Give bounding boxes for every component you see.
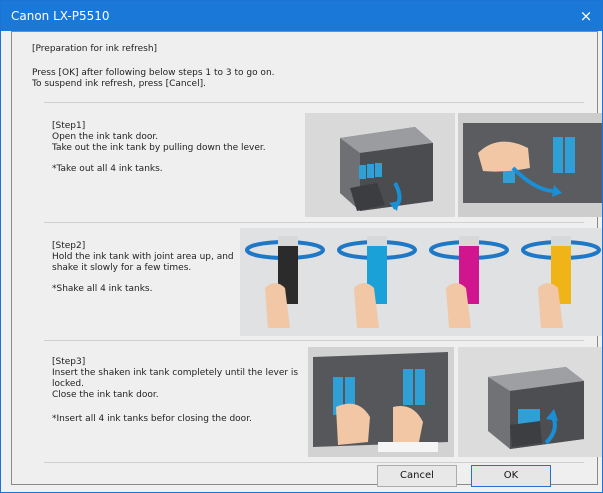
title-bar[interactable]: Canon LX-P5510 × <box>1 1 602 31</box>
step3-note: *Insert all 4 ink tanks befor closing th… <box>52 414 252 424</box>
step1-line-1: Open the ink tank door. <box>52 132 159 142</box>
hand-insert-ink-tank-icon <box>308 347 454 457</box>
printer-open-door-icon <box>305 113 455 217</box>
step3-line-1: Insert the shaken ink tank completely un… <box>52 368 299 378</box>
step2-line-1: Hold the ink tank with joint area up, an… <box>52 252 234 262</box>
step1-line-2: Take out the ink tank by pulling down th… <box>52 143 266 153</box>
intro-line-1: Press [OK] after following below steps 1… <box>32 68 275 78</box>
ok-button[interactable]: OK <box>471 465 551 487</box>
step2-note: *Shake all 4 ink tanks. <box>52 284 153 294</box>
step3-line-2: locked. <box>52 379 84 389</box>
dialog-window: Canon LX-P5510 × [Preparation for ink re… <box>0 0 603 493</box>
step3-line-3: Close the ink tank door. <box>52 390 159 400</box>
step1-title: [Step1] <box>52 121 86 131</box>
separator <box>44 102 584 103</box>
dialog-content-frame: [Preparation for ink refresh] Press [OK]… <box>11 31 602 487</box>
separator <box>44 340 584 341</box>
step3-image-close-door <box>458 347 602 457</box>
step1-note: *Take out all 4 ink tanks. <box>52 164 163 174</box>
hand-remove-ink-tank-icon <box>458 113 602 217</box>
cancel-button[interactable]: Cancel <box>377 465 457 487</box>
window-title: Canon LX-P5510 <box>11 9 110 23</box>
close-icon[interactable]: × <box>576 7 596 25</box>
shake-ink-tanks-icon <box>240 228 602 336</box>
intro-heading: [Preparation for ink refresh] <box>32 44 158 54</box>
step1-image-remove-tank <box>458 113 602 217</box>
step2-image-shake-tanks <box>240 228 602 336</box>
step1-image-open-door <box>305 113 455 217</box>
intro-line-2: To suspend ink refresh, press [Cancel]. <box>32 79 206 89</box>
step2-line-2: shake it slowly for a few times. <box>52 263 192 273</box>
step2-title: [Step2] <box>52 241 86 251</box>
separator <box>44 462 584 463</box>
printer-close-door-icon <box>458 347 602 457</box>
separator <box>44 222 584 223</box>
step3-title: [Step3] <box>52 357 86 367</box>
step3-image-insert-tank <box>308 347 454 457</box>
